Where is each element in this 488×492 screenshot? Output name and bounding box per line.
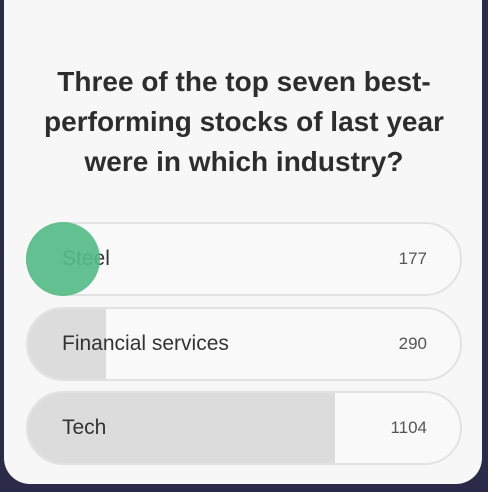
poll-question: Three of the top seven best-performing s… [44, 66, 444, 177]
poll-option-financial-services[interactable]: Financial services 290 [26, 307, 462, 381]
option-label: Financial services [62, 332, 229, 355]
poll-option-tech[interactable]: Tech 1104 [26, 391, 462, 465]
option-vote-count: 177 [398, 249, 427, 268]
option-label: Steel [62, 247, 110, 270]
option-vote-count: 290 [398, 334, 427, 353]
option-vote-count: 1104 [390, 418, 427, 437]
option-label: Tech [62, 416, 107, 439]
poll-option-steel[interactable]: Steel 177 [26, 222, 462, 296]
